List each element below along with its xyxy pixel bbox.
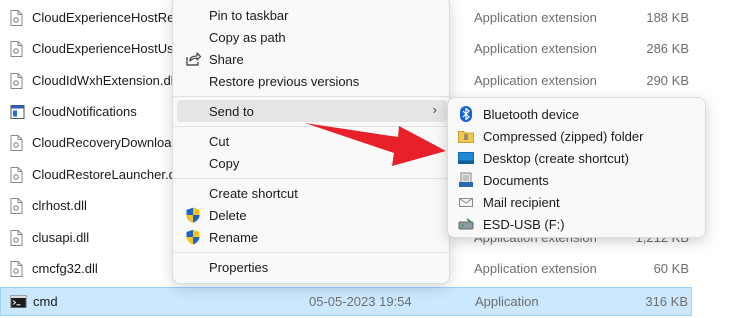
file-name: CloudIdWxhExtension.dll: [32, 73, 177, 88]
menu-separator: [173, 96, 449, 97]
menu-item-label: Create shortcut: [209, 186, 298, 201]
menu-item-label: Restore previous versions: [209, 74, 360, 89]
usb-drive-icon: [458, 218, 474, 230]
menu-item-label: Rename: [209, 230, 259, 245]
menu-item-label: Send to: [209, 104, 254, 119]
file-type: Application extension: [474, 73, 597, 88]
file-size: 316 KB: [645, 294, 688, 309]
submenu-item-mail[interactable]: Mail recipient: [452, 191, 703, 213]
menu-item-label: Copy: [209, 156, 240, 171]
file-type: Application extension: [474, 41, 597, 56]
menu-item-restore-versions[interactable]: Restore previous versions: [177, 70, 447, 92]
mail-icon: [459, 198, 473, 207]
submenu-item-zip[interactable]: Compressed (zipped) folder: [452, 125, 703, 147]
menu-item-label: Pin to taskbar: [209, 8, 289, 23]
dll-file-icon: [10, 41, 23, 57]
file-size: 286 KB: [646, 41, 689, 56]
submenu-item-usb[interactable]: ESD-USB (F:): [452, 213, 703, 235]
file-name: CloudRestoreLauncher.dll: [32, 167, 182, 182]
menu-item-label: Properties: [209, 260, 269, 275]
chevron-right-icon: ›: [432, 102, 437, 117]
documents-icon: [459, 172, 473, 187]
file-name: clrhost.dll: [32, 198, 87, 213]
menu-item-share[interactable]: Share: [177, 48, 447, 70]
menu-item-copy-path[interactable]: Copy as path: [177, 26, 447, 48]
menu-item-rename[interactable]: Rename: [177, 226, 447, 248]
file-date: 05-05-2023 19:54: [309, 294, 412, 309]
file-type: Application extension: [474, 10, 597, 25]
desktop-icon: [458, 152, 474, 164]
submenu-item-label: Bluetooth device: [483, 107, 580, 122]
dll-file-icon: [10, 135, 23, 151]
bluetooth-icon: [460, 106, 472, 122]
submenu-item-documents[interactable]: Documents: [452, 169, 703, 191]
submenu-item-label: Desktop (create shortcut): [483, 151, 629, 166]
submenu-item-label: Compressed (zipped) folder: [483, 129, 644, 144]
file-name: CloudExperienceHostRedir: [32, 10, 189, 25]
file-name: CloudNotifications: [32, 104, 137, 119]
menu-item-copy[interactable]: Copy: [177, 152, 447, 174]
menu-item-cut[interactable]: Cut: [177, 130, 447, 152]
file-type: Application extension: [474, 261, 597, 276]
menu-item-send-to[interactable]: Send to ›: [177, 100, 447, 122]
file-type: Application: [475, 294, 539, 309]
zip-folder-icon: [458, 131, 474, 143]
submenu-item-desktop[interactable]: Desktop (create shortcut): [452, 147, 703, 169]
file-size: 290 KB: [646, 73, 689, 88]
dll-file-icon: [10, 230, 23, 246]
menu-separator: [173, 126, 449, 127]
uac-shield-icon: [186, 229, 200, 245]
menu-item-properties[interactable]: Properties: [177, 256, 447, 278]
dll-file-icon: [10, 73, 23, 89]
menu-item-create-shortcut[interactable]: Create shortcut: [177, 182, 447, 204]
menu-item-label: Delete: [209, 208, 247, 223]
dll-file-icon: [10, 167, 23, 183]
menu-separator: [173, 178, 449, 179]
submenu-item-label: ESD-USB (F:): [483, 217, 565, 232]
file-name: CloudExperienceHostUser.: [32, 41, 189, 56]
menu-item-delete[interactable]: Delete: [177, 204, 447, 226]
menu-item-label: Cut: [209, 134, 230, 149]
file-size: 60 KB: [653, 261, 689, 276]
context-menu: Pin to taskbar Copy as path Share Restor…: [172, 0, 450, 284]
file-name: cmd: [33, 294, 58, 309]
cmd-terminal-icon: [10, 295, 27, 308]
submenu-item-label: Documents: [483, 173, 549, 188]
menu-separator: [173, 252, 449, 253]
file-name: CloudRecoveryDownloadT: [32, 135, 187, 150]
dll-file-icon: [10, 261, 23, 277]
dll-file-icon: [10, 10, 23, 26]
menu-item-label: Copy as path: [209, 30, 286, 45]
share-icon: [186, 52, 201, 66]
file-row-selected[interactable]: cmd 05-05-2023 19:54 Application 316 KB: [0, 287, 692, 316]
submenu-item-label: Mail recipient: [483, 195, 560, 210]
app-window-icon: [10, 105, 25, 119]
file-name: clusapi.dll: [32, 230, 90, 245]
submenu-item-bluetooth[interactable]: Bluetooth device: [452, 103, 703, 125]
file-size: 188 KB: [646, 10, 689, 25]
menu-item-label: Share: [209, 52, 244, 67]
dll-file-icon: [10, 198, 23, 214]
menu-item-pin-taskbar[interactable]: Pin to taskbar: [177, 4, 447, 26]
send-to-submenu: Bluetooth device Compressed (zipped) fol…: [447, 97, 706, 238]
file-name: cmcfg32.dll: [32, 261, 98, 276]
uac-shield-icon: [186, 207, 200, 223]
